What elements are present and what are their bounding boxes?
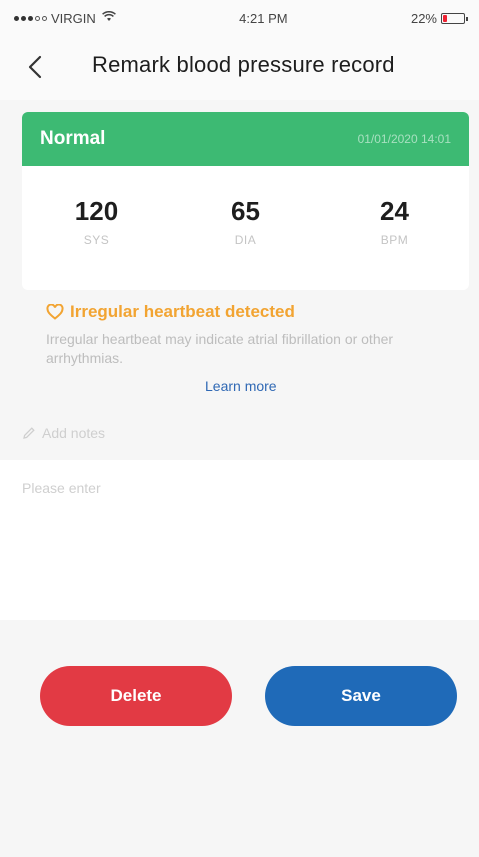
metric-unit: BPM [380,233,409,247]
warning-title-text: Irregular heartbeat detected [70,302,295,321]
metric-unit: SYS [83,233,110,247]
irregular-heartbeat-warning: Irregular heartbeat detected Irregular h… [46,302,456,368]
delete-button[interactable]: Delete [40,666,232,726]
page-title: Remark blood pressure record [92,52,395,77]
metric-value: 24 [380,196,409,226]
battery-percent: 22% [410,10,437,26]
header: Remark blood pressure record [0,36,479,100]
battery-fill [443,14,447,22]
record-datetime: 01/01/2020 14:01 [357,132,451,146]
chevron-left-icon [28,55,42,79]
add-notes-text: Add notes [42,425,106,441]
status-label: Normal [40,128,106,149]
pencil-icon [22,426,36,440]
battery-icon [441,12,468,24]
learn-more-link[interactable]: Learn more [205,378,277,394]
back-button[interactable] [18,50,52,84]
screen: VIRGIN 4:21 PM 22% Remark blood pressure… [0,0,479,857]
carrier-label: VIRGIN [51,10,96,26]
metric-value: 120 [74,196,119,226]
metric-bpm: 24 BPM [335,196,455,247]
warning-title: Irregular heartbeat detected [46,302,456,322]
add-notes-label: Add notes [22,425,105,441]
status-right: 22% [410,10,468,26]
metric-dia: 65 DIA [186,196,306,247]
metric-sys: 120 SYS [37,196,157,247]
warning-description: Irregular heartbeat may indicate atrial … [46,331,394,366]
metric-value: 65 [231,196,260,226]
signal-icon [14,15,47,21]
heart-icon [46,304,64,320]
status-left: VIRGIN [14,11,116,26]
notes-input[interactable] [22,480,452,600]
metrics-row: 120 SYS 65 DIA 24 BPM [22,166,469,247]
clock: 4:21 PM [239,10,288,26]
wifi-icon [101,10,116,25]
metric-unit: DIA [234,233,257,247]
status-bar: VIRGIN 4:21 PM 22% [0,0,479,36]
record-card-header: Normal 01/01/2020 14:01 [22,112,469,166]
notes-area [0,460,479,620]
save-button[interactable]: Save [265,666,457,726]
record-card: Normal 01/01/2020 14:01 120 SYS 65 DIA 2… [22,112,469,290]
